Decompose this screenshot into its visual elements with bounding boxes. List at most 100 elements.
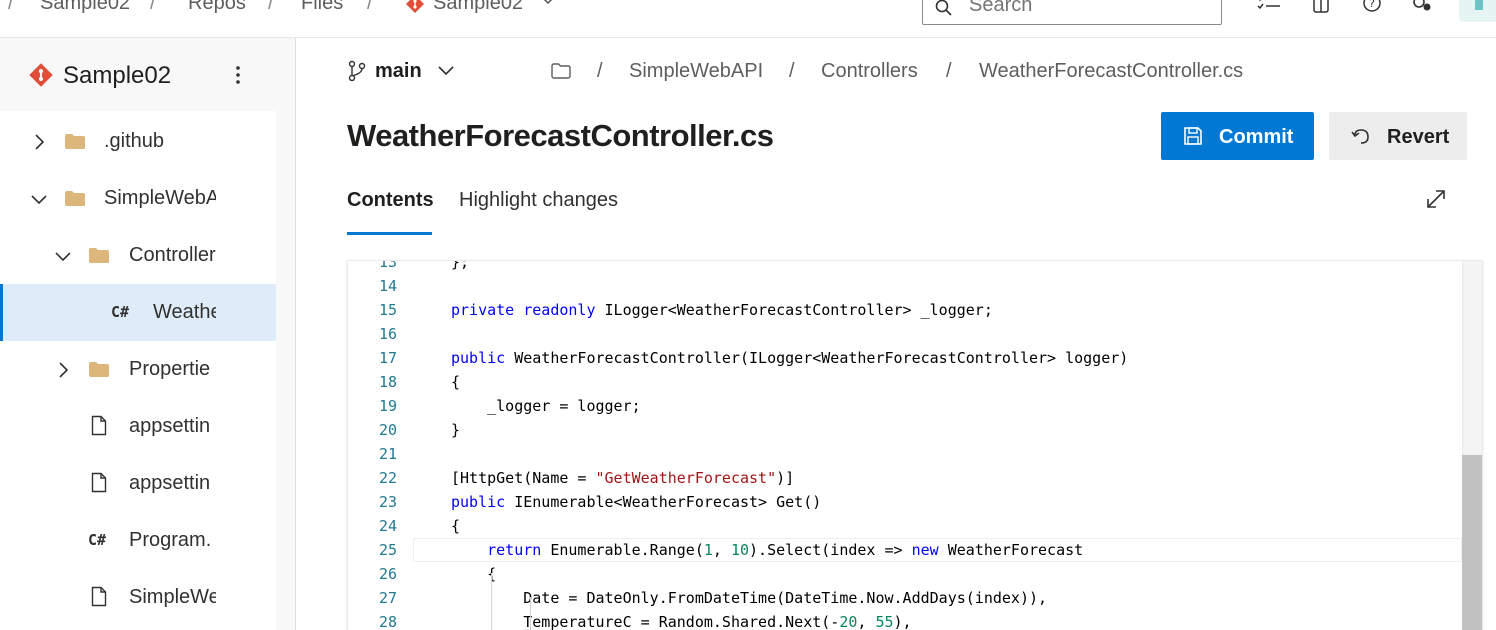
breadcrumb-separator: /	[268, 0, 274, 14]
code-line[interactable]: 28 TemperatureC = Random.Shared.Next(-20…	[348, 610, 1462, 630]
tree-item-label: .github	[104, 130, 165, 152]
path-segment-simplewebapi[interactable]: SimpleWebAPI	[629, 60, 763, 83]
tree-item-weatherforecastcontroller[interactable]: C# Weathe	[0, 284, 276, 341]
code-text: };	[451, 260, 470, 271]
code-text: {	[451, 517, 461, 535]
code-line[interactable]: 15 private readonly ILogger<WeatherForeca…	[348, 298, 1462, 322]
folder-icon	[89, 362, 109, 377]
line-number: 19	[378, 397, 397, 415]
chevron-down-icon[interactable]	[54, 249, 72, 263]
line-number: 28	[378, 613, 397, 630]
top-bar: / Sample02 / Repos / Files / Sample02 ?	[0, 0, 1496, 38]
code-line[interactable]: 25 return Enumerable.Range(1, 10).Select…	[348, 538, 1462, 562]
line-number: 14	[378, 277, 397, 295]
help-icon[interactable]: ?	[1362, 0, 1382, 14]
code-text: public WeatherForecastController(ILogger…	[451, 349, 1129, 367]
code-text: Date = DateOnly.FromDateTime(DateTime.No…	[451, 589, 1048, 607]
revert-button[interactable]: Revert	[1329, 112, 1467, 160]
line-number: 16	[378, 325, 397, 343]
tree-item-program[interactable]: C# Program.	[0, 512, 276, 569]
code-text: public IEnumerable<WeatherForecast> Get(…	[451, 493, 822, 511]
tree-item-label: SimpleWebA	[104, 187, 216, 209]
indent-guide	[530, 597, 531, 630]
line-number: 26	[378, 565, 397, 583]
code-text: private readonly ILogger<WeatherForecast…	[451, 301, 993, 319]
search-box[interactable]	[922, 0, 1222, 25]
code-line[interactable]: 23 public IEnumerable<WeatherForecast> Ge…	[348, 490, 1462, 514]
user-settings-icon[interactable]	[1410, 0, 1432, 14]
code-text: TemperatureC = Random.Shared.Next(-20, 5…	[451, 613, 912, 630]
breadcrumb-files[interactable]: Files	[301, 0, 343, 15]
more-options-icon[interactable]	[228, 62, 248, 88]
code-text: _logger = logger;	[451, 397, 641, 415]
chevron-right-icon[interactable]	[56, 361, 70, 379]
active-tab-indicator	[347, 232, 432, 235]
tree-item-controllers[interactable]: Controller	[0, 227, 276, 284]
commit-label: Commit	[1219, 126, 1294, 148]
code-editor[interactable]: 13}; 14 15 private readonly ILogger<Weather…	[347, 260, 1483, 630]
code-line[interactable]: 17 public WeatherForecastController(ILogg…	[348, 346, 1462, 370]
code-line[interactable]: 26 {	[348, 562, 1462, 586]
chevron-down-icon[interactable]	[437, 65, 455, 77]
line-number: 15	[378, 301, 397, 319]
path-segment-file[interactable]: WeatherForecastController.cs	[979, 60, 1243, 83]
marketplace-icon[interactable]	[1313, 0, 1329, 14]
code-text: [HttpGet(Name = "GetWeatherForecast")]	[451, 469, 795, 487]
tab-contents[interactable]: Contents	[347, 189, 434, 212]
code-line[interactable]: 22 [HttpGet(Name = "GetWeatherForecast")]	[348, 466, 1462, 490]
search-input[interactable]	[969, 0, 1209, 17]
line-number: 27	[378, 589, 397, 607]
tab-highlight-changes[interactable]: Highlight changes	[459, 189, 618, 212]
file-icon	[91, 586, 107, 607]
branch-selector[interactable]: main	[375, 60, 422, 83]
breadcrumb-project[interactable]: Sample02	[40, 0, 130, 15]
chevron-down-icon[interactable]	[540, 0, 556, 6]
breadcrumb-repo-name[interactable]: Sample02	[433, 0, 523, 15]
line-number: 20	[378, 421, 397, 439]
scrollbar-thumb[interactable]	[1462, 455, 1482, 630]
repo-title[interactable]: Sample02	[63, 62, 171, 90]
code-line[interactable]: 24 {	[348, 514, 1462, 538]
path-segment-controllers[interactable]: Controllers	[821, 60, 918, 83]
tree-item-properties[interactable]: Propertie	[0, 341, 276, 398]
avatar[interactable]	[1459, 0, 1496, 22]
line-number: 18	[378, 373, 397, 391]
tree-item-appsettings[interactable]: appsettin	[0, 398, 276, 455]
file-explorer-sidebar: Sample02 .github SimpleWebA Controller C…	[0, 38, 296, 630]
folder-icon	[89, 248, 109, 263]
code-text: return Enumerable.Range(1, 10).Select(in…	[487, 541, 1084, 559]
code-line[interactable]: 20}	[348, 418, 1462, 442]
repo-header: Sample02	[0, 38, 296, 110]
line-number: 24	[378, 517, 397, 535]
code-line[interactable]: 18 {	[348, 370, 1462, 394]
tree-item-github[interactable]: .github	[0, 113, 276, 170]
code-line[interactable]: 27 Date = DateOnly.FromDateTime(DateTime…	[348, 586, 1462, 610]
save-icon	[1184, 127, 1202, 145]
tree-item-appsettings-development[interactable]: appsettin	[0, 455, 276, 512]
code-line[interactable]: 16	[348, 322, 1462, 346]
commit-button[interactable]: Commit	[1161, 112, 1314, 160]
folder-outline-icon[interactable]	[551, 63, 571, 79]
expand-icon[interactable]	[1425, 188, 1447, 210]
tree-item-label: Program.	[129, 529, 212, 551]
breadcrumb-repos[interactable]: Repos	[188, 0, 246, 15]
code-line[interactable]: 14	[348, 274, 1462, 298]
tree-item-simplewebapi-csproj[interactable]: SimpleWe	[0, 569, 276, 626]
code-line[interactable]: 13};	[348, 260, 1462, 274]
code-line[interactable]: 21	[348, 442, 1462, 466]
breadcrumb-separator: /	[150, 0, 156, 14]
chevron-down-icon[interactable]	[30, 192, 48, 206]
git-repo-icon	[406, 0, 424, 13]
branch-icon[interactable]	[347, 60, 367, 82]
chevron-right-icon[interactable]	[32, 133, 46, 151]
csharp-file-icon: C#	[111, 303, 130, 321]
code-text: {	[451, 565, 497, 583]
folder-icon	[65, 134, 85, 149]
svg-text:?: ?	[1369, 0, 1375, 10]
tree-item-simplewebapi[interactable]: SimpleWebA	[0, 170, 276, 227]
task-list-icon[interactable]	[1257, 0, 1281, 14]
code-line[interactable]: 19 _logger = logger;	[348, 394, 1462, 418]
breadcrumb-separator: /	[8, 0, 14, 14]
file-icon	[91, 472, 107, 493]
folder-icon	[65, 191, 85, 206]
